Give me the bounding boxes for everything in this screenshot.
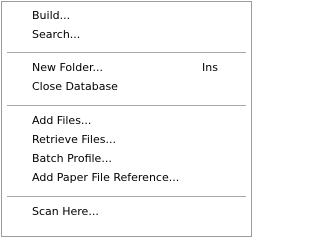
menu-item-shortcut: Ins [202, 61, 218, 74]
menu-item-label: Scan Here... [32, 205, 99, 218]
menu-item-label: Search... [32, 28, 81, 41]
menu-item-search[interactable]: Search... [2, 26, 251, 44]
menu-item-label: Retrieve Files... [32, 133, 116, 146]
menu-item-scan-here[interactable]: Scan Here... [2, 203, 251, 221]
menu-item-label: Add Paper File Reference... [32, 171, 180, 184]
menu-item-add-paper-file-reference[interactable]: Add Paper File Reference... [2, 169, 251, 187]
menu-item-retrieve-files[interactable]: Retrieve Files... [2, 131, 251, 149]
menu-separator [7, 196, 246, 197]
menu-item-new-folder[interactable]: New Folder... Ins [2, 59, 251, 77]
menu-item-label: Add Files... [32, 114, 92, 127]
menu-item-label: Close Database [32, 80, 118, 93]
menu-item-batch-profile[interactable]: Batch Profile... [2, 150, 251, 168]
menu-item-label: Batch Profile... [32, 152, 112, 165]
menu-item-add-files[interactable]: Add Files... [2, 112, 251, 130]
menu-item-build[interactable]: Build... [2, 7, 251, 25]
menu-separator [7, 105, 246, 106]
menu-item-close-database[interactable]: Close Database [2, 78, 251, 96]
context-menu: Build... Search... New Folder... Ins Clo… [1, 1, 252, 237]
menu-item-label: Build... [32, 9, 71, 22]
menu-separator [7, 52, 246, 53]
menu-item-label: New Folder... [32, 61, 103, 74]
